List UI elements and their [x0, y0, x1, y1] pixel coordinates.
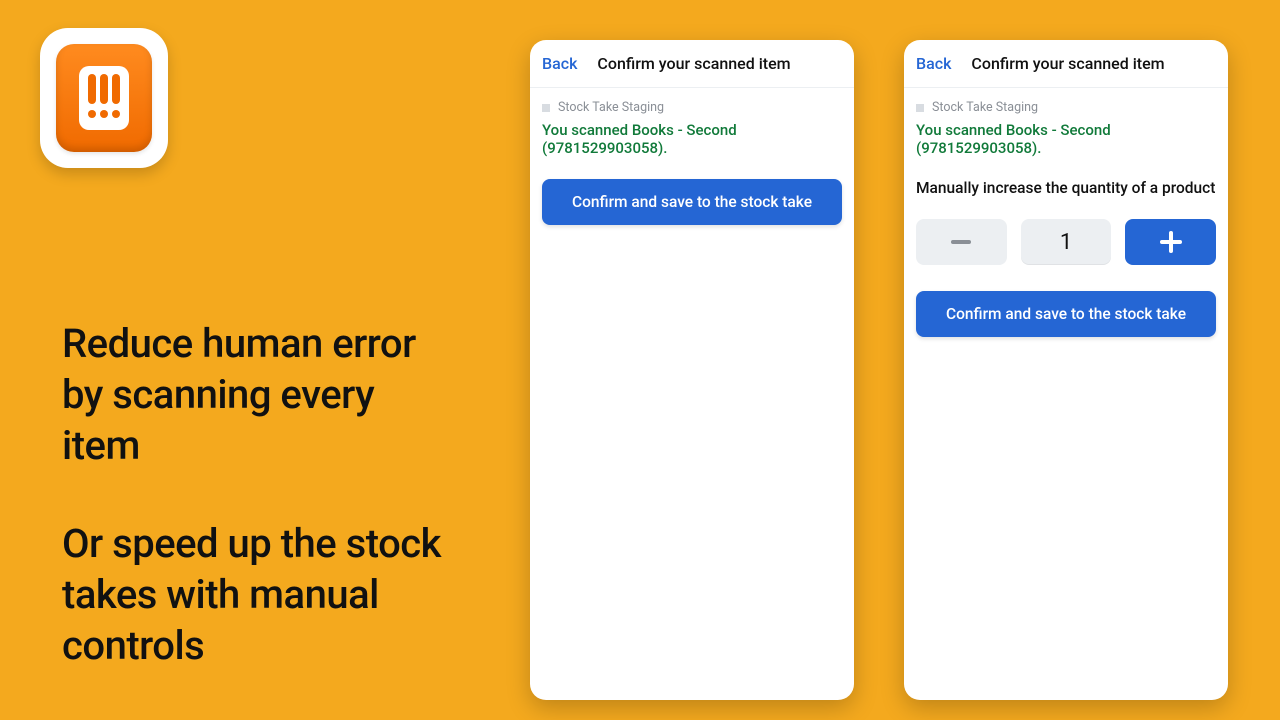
- confirm-save-button[interactable]: Confirm and save to the stock take: [916, 291, 1216, 337]
- quantity-stepper: 1: [916, 219, 1216, 265]
- phone-panel-simple: Back Confirm your scanned item Stock Tak…: [530, 40, 854, 700]
- plus-icon: [1160, 231, 1182, 253]
- app-icon-inner: [56, 44, 152, 152]
- manual-quantity-instruction: Manually increase the quantity of a prod…: [916, 179, 1216, 197]
- scan-result-message: You scanned Books - Second (978152990305…: [916, 121, 1216, 157]
- back-button[interactable]: Back: [916, 54, 951, 73]
- phone-header: Back Confirm your scanned item: [530, 40, 854, 88]
- breadcrumb-label: Stock Take Staging: [558, 100, 664, 115]
- quantity-decrease-button[interactable]: [916, 219, 1007, 265]
- phone-panel-manual: Back Confirm your scanned item Stock Tak…: [904, 40, 1228, 700]
- page-title: Confirm your scanned item: [597, 54, 790, 73]
- app-icon: [40, 28, 168, 168]
- quantity-increase-button[interactable]: [1125, 219, 1216, 265]
- marketing-headline: Reduce human error by scanning every ite…: [62, 318, 442, 671]
- quantity-value[interactable]: 1: [1021, 219, 1112, 265]
- headline-line-1: Reduce human error by scanning every ite…: [62, 318, 442, 472]
- page-title: Confirm your scanned item: [971, 54, 1164, 73]
- headline-line-2: Or speed up the stock takes with manual …: [62, 518, 442, 672]
- barcode-icon: [73, 62, 135, 134]
- back-button[interactable]: Back: [542, 54, 577, 73]
- scan-result-message: You scanned Books - Second (978152990305…: [542, 121, 842, 157]
- breadcrumb-icon: [916, 104, 924, 112]
- phone-header: Back Confirm your scanned item: [904, 40, 1228, 88]
- confirm-save-button[interactable]: Confirm and save to the stock take: [542, 179, 842, 225]
- breadcrumb: Stock Take Staging: [542, 100, 842, 115]
- minus-icon: [951, 240, 971, 244]
- breadcrumb-label: Stock Take Staging: [932, 100, 1038, 115]
- breadcrumb: Stock Take Staging: [916, 100, 1216, 115]
- breadcrumb-icon: [542, 104, 550, 112]
